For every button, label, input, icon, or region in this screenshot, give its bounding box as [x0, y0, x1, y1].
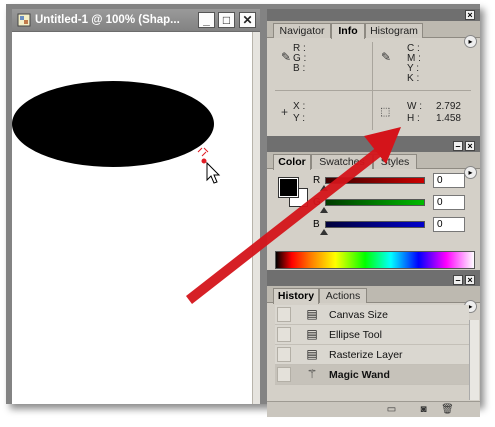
- eyedropper-icon: ✎: [281, 50, 292, 64]
- history-snapshot-toggle[interactable]: [277, 327, 291, 342]
- panel-close-icon[interactable]: ×: [465, 275, 475, 285]
- tab-history[interactable]: History: [273, 288, 319, 304]
- blue-value-input[interactable]: 0: [433, 217, 465, 232]
- green-value-input[interactable]: 0: [433, 195, 465, 210]
- history-snapshot-toggle[interactable]: [277, 347, 291, 362]
- info-panel-tabs: Navigator Info Histogram ▸: [267, 21, 480, 48]
- history-footer: ▭ ◙ 🗑: [267, 401, 480, 417]
- info-b-label: B :: [293, 63, 306, 74]
- canvas-artwork: [12, 81, 221, 184]
- history-step-icon: ▤: [306, 347, 318, 361]
- maximize-button[interactable]: □: [218, 12, 235, 28]
- magic-wand-cursor-icon: [197, 147, 221, 184]
- document-window: Untitled-1 @ 100% (Shap... _ □ ✕: [12, 9, 260, 404]
- red-value-input[interactable]: 0: [433, 173, 465, 188]
- history-item-rasterize-layer[interactable]: ▤ Rasterize Layer: [275, 345, 469, 365]
- panel-minimize-icon[interactable]: –: [453, 275, 463, 285]
- blue-slider[interactable]: [325, 221, 425, 228]
- foreground-color-swatch[interactable]: [278, 177, 299, 198]
- crosshair-icon: +: [281, 105, 289, 119]
- color-panel: – × Color Swatches Styles ▸ R 0 G 0 B 0: [267, 140, 480, 270]
- history-state-pointer-icon[interactable]: [277, 367, 291, 382]
- info-h-label: H :: [407, 113, 420, 124]
- info-x-label: X :: [293, 101, 306, 112]
- tab-swatches[interactable]: Swatches: [311, 154, 373, 169]
- info-y-coord-label: Y :: [293, 113, 306, 124]
- color-panel-header[interactable]: – ×: [267, 140, 480, 152]
- history-item-label: Magic Wand: [329, 369, 390, 381]
- panels-column: × Navigator Info Histogram ▸ ✎ R : G : B…: [267, 9, 480, 417]
- history-step-icon: ▤: [306, 307, 318, 321]
- info-h-value: 1.458: [435, 113, 461, 124]
- magic-wand-icon: ⚚: [306, 367, 318, 381]
- history-item-label: Rasterize Layer: [329, 349, 403, 361]
- tab-actions[interactable]: Actions: [319, 288, 367, 303]
- color-spectrum-bar[interactable]: [275, 251, 475, 269]
- selection-rect-icon: ⬚: [380, 106, 391, 118]
- green-slider[interactable]: [325, 199, 425, 206]
- eyedropper-icon: ✎: [381, 50, 392, 64]
- new-document-from-state-icon[interactable]: ▭: [385, 404, 398, 415]
- history-item-label: Canvas Size: [329, 309, 388, 321]
- red-slider-thumb[interactable]: [320, 185, 328, 191]
- info-panel-header[interactable]: ×: [267, 9, 480, 21]
- info-readout: ✎ R : G : B : ✎ C : M : Y : K : + X : Y …: [267, 38, 480, 136]
- screenshot-frame: Untitled-1 @ 100% (Shap... _ □ ✕ × Navig…: [6, 4, 480, 417]
- history-snapshot-toggle[interactable]: [277, 307, 291, 322]
- history-item-magic-wand[interactable]: ⚚ Magic Wand: [275, 365, 469, 385]
- panel-minimize-icon[interactable]: –: [453, 141, 463, 151]
- document-title: Untitled-1 @ 100% (Shap...: [35, 14, 180, 26]
- tab-histogram[interactable]: Histogram: [365, 23, 423, 38]
- info-w-label: W :: [407, 101, 422, 112]
- minimize-button[interactable]: _: [198, 12, 215, 28]
- document-vertical-scrollbar[interactable]: [252, 32, 260, 404]
- tab-color[interactable]: Color: [273, 154, 311, 170]
- history-panel: – × History Actions ▸ ▤ Canvas Size ▤ El…: [267, 274, 480, 417]
- slider-b-label: B: [313, 219, 320, 230]
- close-button[interactable]: ✕: [239, 12, 256, 28]
- panel-menu-icon[interactable]: ▸: [464, 166, 477, 179]
- history-step-icon: ▤: [306, 327, 318, 341]
- document-titlebar[interactable]: Untitled-1 @ 100% (Shap... _ □ ✕: [12, 9, 260, 32]
- info-panel: × Navigator Info Histogram ▸ ✎ R : G : B…: [267, 9, 480, 136]
- history-panel-header[interactable]: – ×: [267, 274, 480, 286]
- tab-info[interactable]: Info: [331, 23, 365, 39]
- document-canvas[interactable]: [12, 32, 252, 404]
- info-w-value: 2.792: [435, 101, 461, 112]
- history-scrollbar[interactable]: [469, 320, 479, 400]
- blue-slider-thumb[interactable]: [320, 229, 328, 235]
- history-item-canvas-size[interactable]: ▤ Canvas Size: [275, 305, 469, 325]
- color-panel-tabs: Color Swatches Styles ▸: [267, 152, 480, 179]
- red-slider[interactable]: [325, 177, 425, 184]
- tab-styles[interactable]: Styles: [373, 154, 417, 169]
- panel-close-icon[interactable]: ×: [465, 141, 475, 151]
- tab-navigator[interactable]: Navigator: [273, 23, 331, 38]
- trash-icon[interactable]: 🗑: [441, 404, 454, 415]
- history-item-label: Ellipse Tool: [329, 329, 382, 341]
- info-divider-vertical: [372, 42, 373, 130]
- green-slider-thumb[interactable]: [320, 207, 328, 213]
- panel-close-icon[interactable]: ×: [465, 10, 475, 20]
- black-ellipse-shape[interactable]: [12, 81, 214, 167]
- history-panel-tabs: History Actions ▸: [267, 286, 480, 313]
- new-snapshot-icon[interactable]: ◙: [417, 404, 430, 415]
- history-item-ellipse-tool[interactable]: ▤ Ellipse Tool: [275, 325, 469, 345]
- info-divider-horizontal: [275, 90, 471, 91]
- photoshop-document-icon: [17, 13, 31, 27]
- info-k-label: K :: [407, 73, 420, 84]
